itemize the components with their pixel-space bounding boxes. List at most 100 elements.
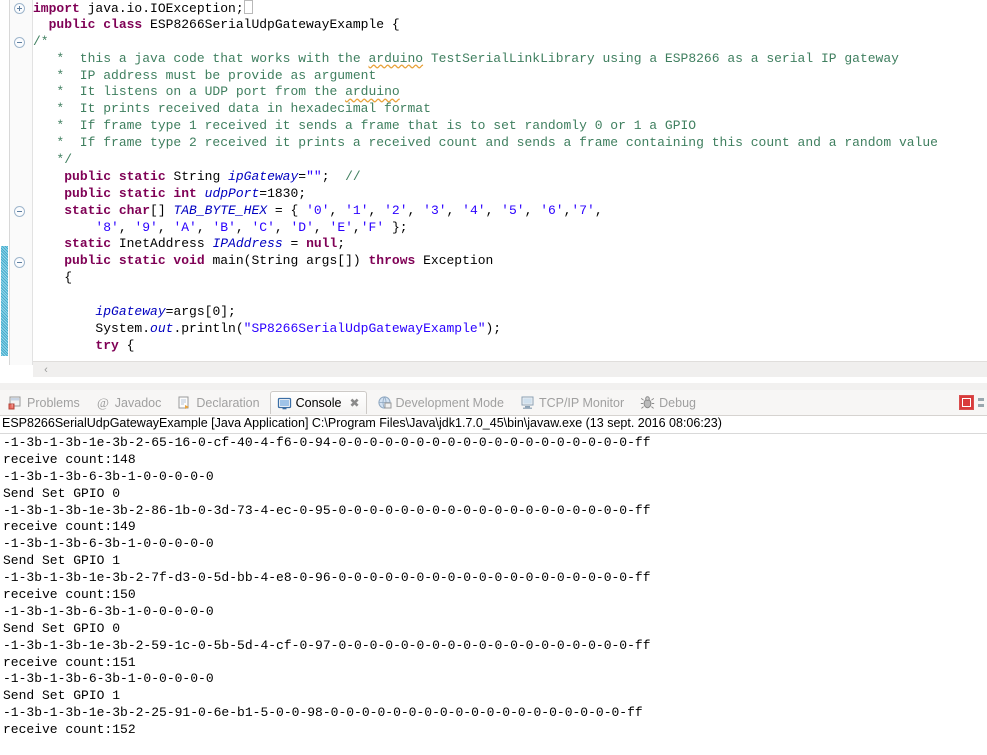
code-token: * It prints received data in hexadecimal… [33, 101, 431, 117]
tab-debug[interactable]: Debug [634, 391, 702, 414]
code-token: public static [64, 168, 166, 184]
code-token: [] [150, 202, 174, 218]
editor-code-area[interactable]: import java.io.IOException; public class… [33, 0, 987, 362]
code-line: { [33, 270, 987, 287]
code-token: java.io.IOException; [79, 1, 244, 16]
code-token: public static void [64, 253, 205, 269]
code-token: // [345, 168, 361, 184]
tab-declaration[interactable]: Declaration [171, 391, 265, 414]
console-output-line: -1-3b-1-3b-6-3b-1-0-0-0-0-0 [3, 536, 214, 552]
code-line: public static void main(String args[]) t… [33, 253, 987, 270]
code-token: static char [64, 202, 151, 218]
code-token: udpPort [204, 185, 260, 201]
code-token: null [306, 236, 338, 252]
code-line: * If frame type 1 received it sends a fr… [33, 118, 987, 135]
console-launch-header: ESP8266SerialUdpGatewayExample [Java App… [0, 416, 987, 434]
tab-label: Javadoc [114, 395, 162, 410]
tab-label: Debug [659, 395, 696, 410]
code-token: ; [321, 168, 346, 184]
tab-problems[interactable]: ! Problems [2, 391, 86, 414]
code-token: , [352, 219, 361, 235]
terminate-button[interactable] [959, 395, 974, 410]
code-token: , [594, 202, 603, 218]
debug-icon [640, 395, 655, 410]
tab-console[interactable]: Console ✖ [269, 391, 367, 414]
code-token: TestSerialLinkLibrary using a ESP8266 as… [423, 50, 899, 66]
code-token: = { [267, 202, 307, 218]
tab-development-mode[interactable]: Development Mode [371, 391, 510, 414]
code-line: public static String ipGateway=""; // [33, 169, 987, 186]
code-token: IPAddress [212, 236, 283, 252]
console-output-line: Send Set GPIO 0 [3, 620, 121, 636]
code-token: 'D' [290, 219, 314, 235]
code-token: =1830; [259, 185, 307, 201]
tab-label: Console [295, 396, 342, 410]
view-tab-bar: ! Problems @ Javadoc Declaration Console ✖ Deve… [0, 390, 987, 416]
code-token: ; [337, 236, 346, 252]
code-token: '2' [384, 202, 408, 218]
code-token: import [33, 1, 80, 16]
code-token: = [282, 236, 307, 252]
code-token: */ [33, 152, 73, 168]
code-token: ); [485, 320, 502, 336]
close-icon[interactable]: ✖ [349, 397, 359, 409]
code-line: System.out.println("SP8266SerialUdpGatew… [33, 321, 987, 338]
scroll-left-arrow-icon[interactable]: ‹ [39, 363, 53, 377]
fold-collapse-icon[interactable] [14, 256, 25, 268]
code-token: = [298, 168, 307, 184]
code-token: static [64, 236, 112, 252]
fold-collapse-icon[interactable] [14, 36, 25, 48]
view-menu-icon[interactable] [978, 395, 985, 410]
tab-label: Development Mode [395, 395, 504, 410]
editor-horizontal-scrollbar[interactable]: ‹ [33, 361, 987, 378]
console-output-line: receive count:151 [3, 654, 136, 670]
code-token: throws [368, 253, 416, 269]
tab-label: Problems [27, 395, 80, 410]
fold-collapse-icon[interactable] [14, 205, 25, 217]
svg-text:@: @ [97, 395, 109, 410]
code-line: /* [33, 34, 987, 51]
code-token: , [274, 219, 291, 235]
code-token: * If frame type 2 received it prints a r… [33, 135, 938, 151]
code-token: '5' [501, 202, 525, 218]
editor-folding-gutter[interactable] [10, 0, 33, 365]
code-token: '9' [134, 219, 158, 235]
code-token: /* [33, 33, 49, 49]
code-token: * IP address must be provide as argument [33, 67, 377, 83]
console-output-line: receive count:152 [3, 722, 136, 738]
editor-change-bar [1, 246, 8, 356]
console-output-line: -1-3b-1-3b-6-3b-1-0-0-0-0-0 [3, 603, 214, 619]
tab-label: TCP/IP Monitor [538, 395, 625, 410]
console-output-line: receive count:149 [3, 519, 136, 535]
spellcheck-word: arduino [368, 50, 424, 66]
code-token: ESP8266SerialUdpGatewayExample { [142, 16, 400, 32]
code-token: 'C' [251, 219, 275, 235]
code-token: ipGateway [228, 168, 299, 184]
code-token: 'F' [360, 219, 385, 235]
code-line: public class ESP8266SerialUdpGatewayExam… [33, 17, 987, 34]
javadoc-icon: @ [96, 395, 111, 410]
console-icon [277, 396, 292, 411]
code-token: '1' [345, 202, 369, 218]
code-line: * If frame type 2 received it prints a r… [33, 135, 987, 152]
fold-expand-icon[interactable] [14, 3, 25, 14]
code-line: import java.io.IOException; [33, 0, 987, 17]
code-token: , [196, 219, 213, 235]
code-token: '3' [423, 202, 447, 218]
console-output[interactable]: -1-3b-1-3b-1e-3b-2-65-16-0-cf-40-4-f6-0-… [0, 435, 987, 745]
java-editor-pane[interactable]: import java.io.IOException; public class… [0, 0, 987, 380]
code-line: try { [33, 338, 987, 355]
console-view: ! Problems @ Javadoc Declaration Console ✖ Deve… [0, 390, 987, 755]
tab-javadoc[interactable]: @ Javadoc [90, 391, 168, 414]
code-token: out [150, 320, 174, 336]
code-line: */ [33, 152, 987, 169]
tab-tcp-ip-monitor[interactable]: TCP/IP Monitor [514, 391, 630, 414]
code-token: main(String args[]) [204, 253, 369, 269]
code-token: , [368, 202, 385, 218]
console-output-line: -1-3b-1-3b-1e-3b-2-86-1b-0-3d-73-4-ec-0-… [3, 502, 651, 518]
development-mode-icon [377, 395, 392, 410]
code-token: TAB_BYTE_HEX [173, 202, 268, 218]
